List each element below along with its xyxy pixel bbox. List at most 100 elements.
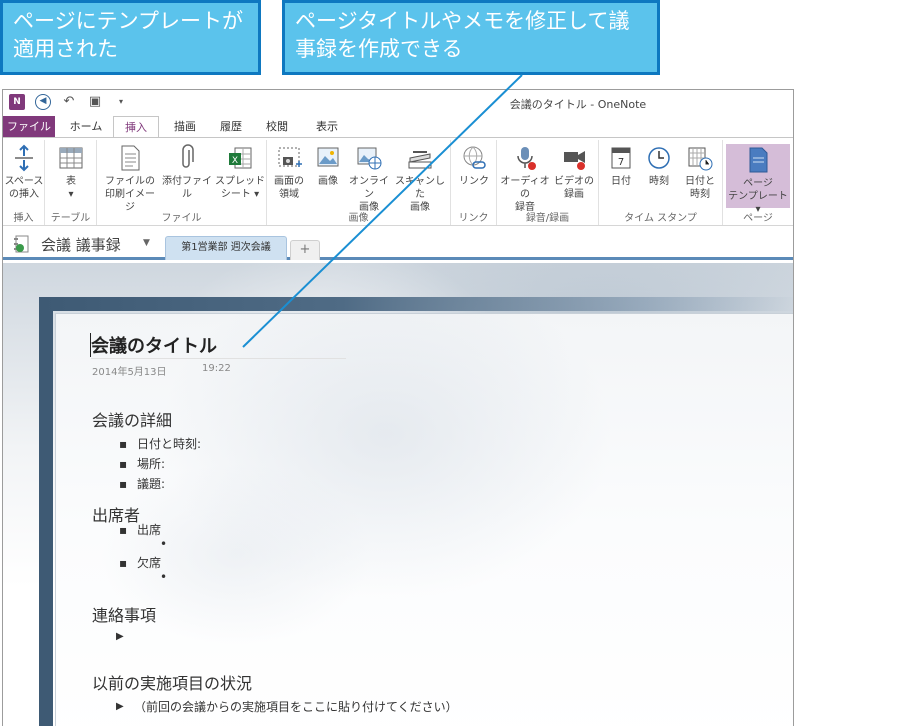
section-tab-weekly-meeting[interactable]: 第1営業部 週次会議: [165, 236, 287, 260]
spreadsheet-label-2: シート ▾: [220, 189, 260, 200]
video-record-button[interactable]: ビデオの 録画: [551, 144, 597, 201]
group-links: リンク リンク: [451, 140, 497, 225]
group-label-timestamp: タイム スタンプ: [624, 213, 697, 224]
detail-datetime: 日付と時刻:: [137, 437, 202, 451]
collapse-triangle-icon[interactable]: ▶: [116, 701, 124, 712]
picture-icon: [317, 147, 339, 167]
screen-clipping-label-1: 画面の: [274, 176, 304, 187]
notebook-bar: 会議 議事録 ▼ 第1営業部 週次会議 +: [3, 227, 793, 260]
screen-clipping-label-2: 領域: [279, 189, 299, 200]
time-button[interactable]: 時刻: [641, 144, 677, 188]
video-camera-icon: [564, 151, 585, 170]
tab-review[interactable]: 校閲: [257, 116, 297, 137]
online-picture-label-1: オンライン: [349, 176, 389, 200]
list-item[interactable]: ▪ 欠席: [119, 554, 161, 571]
video-record-label-2: 録画: [564, 189, 584, 200]
group-label-pages: ページ: [743, 213, 773, 224]
chevron-down-icon[interactable]: ▼: [143, 238, 150, 248]
insert-space-label-1: スペース: [4, 176, 44, 187]
group-table: 表 ▾ テーブル: [45, 140, 97, 225]
tab-insert[interactable]: 挿入: [113, 116, 159, 138]
callout-edit-minutes: ページタイトルやメモを修正して議事録を作成できる: [282, 0, 660, 75]
insert-space-button[interactable]: スペース の挿入: [3, 144, 45, 201]
group-label-insert: 挿入: [13, 213, 34, 224]
attendees-absent: 欠席: [137, 556, 162, 570]
ribbon: スペース の挿入 挿入 表 ▾ テーブル ファイルの 印刷イメージ 添付ファイル: [3, 137, 793, 226]
page-title[interactable]: 会議のタイトル: [91, 332, 217, 358]
onenote-window: N ◀ ↶ ▣ ▾ 会議のタイトル - OneNote ファイル ホーム 挿入 …: [2, 89, 794, 726]
attach-file-button[interactable]: 添付ファイル: [159, 144, 215, 201]
previous-actions-placeholder[interactable]: （前回の会議からの実施項目をここに貼り付けてください）: [134, 698, 458, 715]
file-printout-label-1: ファイルの: [105, 176, 155, 187]
group-pages: ページ テンプレート ▾ ページ: [723, 140, 793, 225]
tab-history[interactable]: 履歴: [211, 116, 251, 137]
group-insert: スペース の挿入 挿入: [3, 140, 45, 225]
date-button[interactable]: 7 日付: [603, 144, 639, 188]
bullet-dot[interactable]: •: [160, 537, 167, 551]
page-date[interactable]: 2014年5月13日: [92, 363, 167, 378]
picture-button[interactable]: 画像: [309, 144, 347, 188]
group-label-table: テーブル: [50, 213, 91, 224]
svg-text:7: 7: [618, 157, 624, 168]
video-record-label-1: ビデオの: [554, 176, 594, 187]
table-label-1: 表: [66, 176, 76, 187]
svg-text:X: X: [232, 156, 238, 166]
date-time-label-1: 日付と: [685, 176, 715, 187]
scanned-image-label-1: スキャンした: [395, 176, 445, 200]
template-frame-top: [39, 297, 793, 311]
page-template-icon: [749, 147, 768, 173]
tab-home[interactable]: ホーム: [63, 116, 109, 137]
link-button[interactable]: リンク: [453, 144, 495, 188]
table-button[interactable]: 表 ▾: [49, 144, 93, 201]
screen-clipping-button[interactable]: 画面の 領域: [269, 144, 309, 201]
audio-record-button[interactable]: オーディオの 録音: [499, 144, 551, 214]
list-item[interactable]: ▪ 出席: [119, 521, 161, 538]
file-printout-icon: [121, 145, 140, 171]
list-item[interactable]: ▪ 場所:: [119, 455, 165, 472]
list-item[interactable]: ▪ 議題:: [119, 475, 165, 492]
detail-location: 場所:: [137, 457, 166, 471]
group-recording: オーディオの 録音 ビデオの 録画 録音/録画: [497, 140, 599, 225]
table-icon: [59, 147, 83, 169]
picture-label: 画像: [318, 176, 338, 187]
group-label-file: ファイル: [161, 213, 202, 224]
heading-meeting-details[interactable]: 会議の詳細: [92, 407, 172, 431]
spreadsheet-label-1: スプレッド: [215, 176, 265, 187]
group-timestamp: 7 日付 時刻 日付と 時刻 タイム スタンプ: [599, 140, 723, 225]
callout-template-applied: ページにテンプレートが適用された: [0, 0, 261, 75]
screen-clipping-icon: [278, 147, 302, 167]
link-icon: [463, 146, 486, 169]
scanner-icon: [408, 151, 432, 169]
group-label-images: 画像: [348, 213, 369, 224]
spreadsheet-button[interactable]: X スプレッド シート ▾: [215, 144, 265, 201]
file-printout-button[interactable]: ファイルの 印刷イメージ: [101, 144, 159, 214]
page-time[interactable]: 19:22: [202, 363, 231, 374]
spreadsheet-icon: X: [229, 147, 252, 169]
calendar-icon: 7: [611, 147, 631, 169]
notebook-icon[interactable]: [13, 235, 31, 253]
tab-view[interactable]: 表示: [303, 116, 351, 137]
collapse-triangle-icon[interactable]: ▶: [116, 631, 124, 642]
page-template-label-1: ページ: [743, 178, 773, 189]
notebook-name[interactable]: 会議 議事録: [41, 234, 121, 255]
tab-file[interactable]: ファイル: [3, 116, 55, 137]
online-picture-button[interactable]: オンライン 画像: [347, 144, 391, 214]
attendees-present: 出席: [137, 523, 162, 537]
title-underline: [91, 358, 346, 359]
page-template-button[interactable]: ページ テンプレート ▾: [726, 144, 790, 215]
bullet-dot[interactable]: •: [160, 570, 167, 584]
group-images: 画面の 領域 画像 オンライン 画像 スキャンした 画像 画像: [267, 140, 451, 225]
scanned-image-button[interactable]: スキャンした 画像: [391, 144, 449, 214]
date-time-icon: [688, 147, 713, 171]
ribbon-tabs: ファイル ホーム 挿入 描画 履歴 校閲 表示: [3, 116, 793, 138]
heading-previous-actions[interactable]: 以前の実施項目の状況: [92, 670, 252, 694]
microphone-icon: [517, 147, 536, 170]
date-time-button[interactable]: 日付と 時刻: [679, 144, 721, 201]
add-section-button[interactable]: +: [290, 240, 320, 260]
list-item[interactable]: ▪ 日付と時刻:: [119, 435, 201, 452]
tab-draw[interactable]: 描画: [165, 116, 205, 137]
window-title: 会議のタイトル - OneNote: [509, 98, 647, 111]
clock-icon: [648, 147, 670, 169]
heading-announcements[interactable]: 連絡事項: [92, 602, 156, 626]
detail-agenda: 議題:: [137, 477, 166, 491]
